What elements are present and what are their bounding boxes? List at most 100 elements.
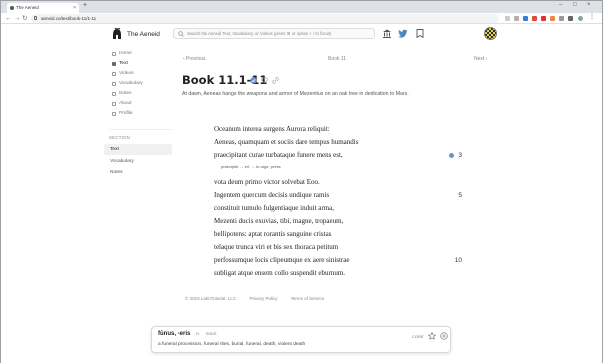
- extension-icon[interactable]: [532, 16, 537, 21]
- section-item-text[interactable]: Text: [104, 144, 172, 155]
- verse-line[interactable]: vota deum primo victor solvebat Eoo.: [214, 176, 464, 189]
- line-number: 5: [458, 192, 462, 199]
- verse-line[interactable]: telaque trunca viri et bis sex thoraca p…: [214, 241, 464, 254]
- site: The Aeneid Search the Aeneid Text, Vocab…: [1, 25, 602, 363]
- lock-icon: [34, 16, 37, 20]
- star-icon[interactable]: [428, 332, 436, 340]
- section-item-vocabulary[interactable]: Vocabulary: [104, 156, 172, 167]
- heart-icon[interactable]: [261, 77, 268, 84]
- sidebar-item-label: Profile: [119, 111, 133, 116]
- bookmark-icon[interactable]: [415, 29, 425, 38]
- search-icon: [178, 31, 184, 37]
- sidebar-item-profile[interactable]: Profile: [112, 109, 182, 119]
- note-marker-icon[interactable]: [449, 153, 454, 158]
- next-link[interactable]: Next ›: [474, 56, 487, 62]
- verse-line[interactable]: subligat atque ensem collo suspendit ebu…: [214, 267, 464, 280]
- list-icon: [112, 82, 116, 86]
- address-bar[interactable]: aeneid.co/text/book-11/1-11: [31, 14, 499, 23]
- close-window-button[interactable]: ×: [587, 2, 591, 8]
- sidebar-item-label: Notes: [119, 91, 132, 96]
- current-book-label: Book 11: [328, 56, 346, 62]
- verse-text: Mezenti ducis exuvias, tibi, magne, trop…: [214, 217, 344, 225]
- forward-button[interactable]: →: [14, 14, 21, 23]
- section-item-notes[interactable]: Notes: [104, 167, 172, 178]
- info-icon: [112, 102, 116, 106]
- verse-text: perfossumque locis clipeumque ex aere si…: [214, 256, 350, 264]
- vocab-headword: fūnus, -eris: [158, 331, 191, 337]
- inline-gloss: praecipitō → inf. → to urge, press: [221, 164, 281, 169]
- privacy-link[interactable]: Privacy Policy: [249, 296, 277, 301]
- verified-icon[interactable]: [250, 77, 257, 84]
- sidebar-item-label: Text: [119, 61, 128, 66]
- menu-icon[interactable]: ⋮: [589, 13, 595, 20]
- vocab-gender: n.: [196, 332, 201, 337]
- sidebar: Home Text Videos Vocabulary Notes About …: [112, 49, 182, 119]
- verse-text: telaque trunca viri et bis sex thoraca p…: [214, 243, 339, 251]
- verse-text: Aeneas, quamquam et sociis dare tempus h…: [214, 138, 359, 146]
- verse-line[interactable]: Oceanum interea surgens Aurora reliquit:: [214, 123, 464, 136]
- copyright: © 2023 LatinTutorial, LLC: [185, 296, 237, 301]
- verse-line[interactable]: praecipitant curae turbataque funere men…: [214, 149, 464, 162]
- verse-line[interactable]: Ingentem quercum decisis undique ramis 5: [214, 189, 464, 202]
- verse-line[interactable]: bellipotens: aptat rorantis sanguine cri…: [214, 228, 464, 241]
- sidebar-icon[interactable]: [568, 16, 573, 21]
- core-tag: CORE: [412, 334, 424, 339]
- verse-line[interactable]: constituit tumulo fulgentiaque induit ar…: [214, 202, 464, 215]
- brand-name[interactable]: The Aeneid: [127, 31, 160, 38]
- extension-icon[interactable]: [523, 16, 528, 21]
- section-label: SECTION: [109, 135, 131, 140]
- sidebar-item-label: Vocabulary: [119, 81, 143, 86]
- verse-text: praecipitant curae turbataque funere men…: [214, 151, 343, 159]
- verse-text: subligat atque ensem collo suspendit ebu…: [214, 269, 346, 277]
- minimize-button[interactable]: –: [559, 2, 562, 8]
- book-icon: [112, 62, 116, 66]
- footer: © 2023 LatinTutorial, LLC Privacy Policy…: [185, 296, 336, 301]
- browser-tab[interactable]: The Aeneid ×: [7, 3, 79, 13]
- puzzle-icon[interactable]: [559, 16, 564, 21]
- terms-link[interactable]: Terms of Service: [291, 296, 325, 301]
- profile-icon[interactable]: [578, 16, 583, 21]
- previous-link[interactable]: ‹ Previous: [183, 56, 206, 62]
- sidebar-item-label: Home: [119, 51, 132, 56]
- extension-icon[interactable]: [541, 16, 546, 21]
- extension-icon[interactable]: [550, 16, 555, 21]
- close-tab-icon[interactable]: ×: [73, 3, 76, 13]
- sidebar-item-vocabulary[interactable]: Vocabulary: [112, 79, 182, 89]
- tab-strip: The Aeneid × + – □ ×: [1, 1, 602, 13]
- verse-line[interactable]: Aeneas, quamquam et sociis dare tempus h…: [214, 136, 464, 149]
- line-number: 10: [454, 257, 462, 264]
- search-input[interactable]: Search the Aeneid Text, Vocabulary, or V…: [173, 28, 375, 39]
- avatar[interactable]: [484, 27, 497, 40]
- share-icon[interactable]: [505, 16, 510, 21]
- twitter-icon[interactable]: [398, 29, 408, 38]
- vocab-definition: a funeral procession, funeral rites, bur…: [158, 342, 306, 347]
- maximize-button[interactable]: □: [573, 2, 577, 8]
- star-icon[interactable]: [514, 16, 519, 21]
- sidebar-item-about[interactable]: About: [112, 99, 182, 109]
- reload-button[interactable]: ↻: [22, 14, 27, 23]
- tab-title: The Aeneid: [16, 5, 39, 10]
- verse-line[interactable]: Mezenti ducis exuvias, tibi, magne, trop…: [214, 215, 464, 228]
- link-icon[interactable]: [272, 77, 279, 84]
- sidebar-item-text[interactable]: Text: [112, 59, 182, 69]
- favicon-icon: [10, 6, 14, 10]
- sidebar-divider: [109, 129, 172, 130]
- page-subtitle: At dawn, Aeneas hangs the weapons and ar…: [182, 91, 409, 97]
- sidebar-item-notes[interactable]: Notes: [112, 89, 182, 99]
- text-lines: Oceanum interea surgens Aurora reliquit:…: [214, 123, 464, 280]
- temple-icon[interactable]: [382, 29, 392, 38]
- add-icon[interactable]: [440, 332, 448, 340]
- verse-line[interactable]: perfossumque locis clipeumque ex aere si…: [214, 254, 464, 267]
- sidebar-item-videos[interactable]: Videos: [112, 69, 182, 79]
- home-icon: [112, 52, 116, 56]
- back-button[interactable]: ←: [5, 14, 12, 23]
- verse-text: constituit tumulo fulgentiaque induit ar…: [214, 204, 334, 212]
- sidebar-item-label: About: [119, 101, 132, 106]
- search-placeholder: Search the Aeneid Text, Vocabulary, or V…: [187, 31, 332, 36]
- verse-text: Ingentem quercum decisis undique ramis: [214, 191, 330, 199]
- new-tab-button[interactable]: +: [83, 2, 87, 9]
- helmet-logo-icon[interactable]: [112, 28, 122, 40]
- browser-toolbar: ← → ↻ aeneid.co/text/book-11/1-11 ⋮: [1, 13, 602, 24]
- user-icon: [112, 112, 116, 116]
- sidebar-item-home[interactable]: Home: [112, 49, 182, 59]
